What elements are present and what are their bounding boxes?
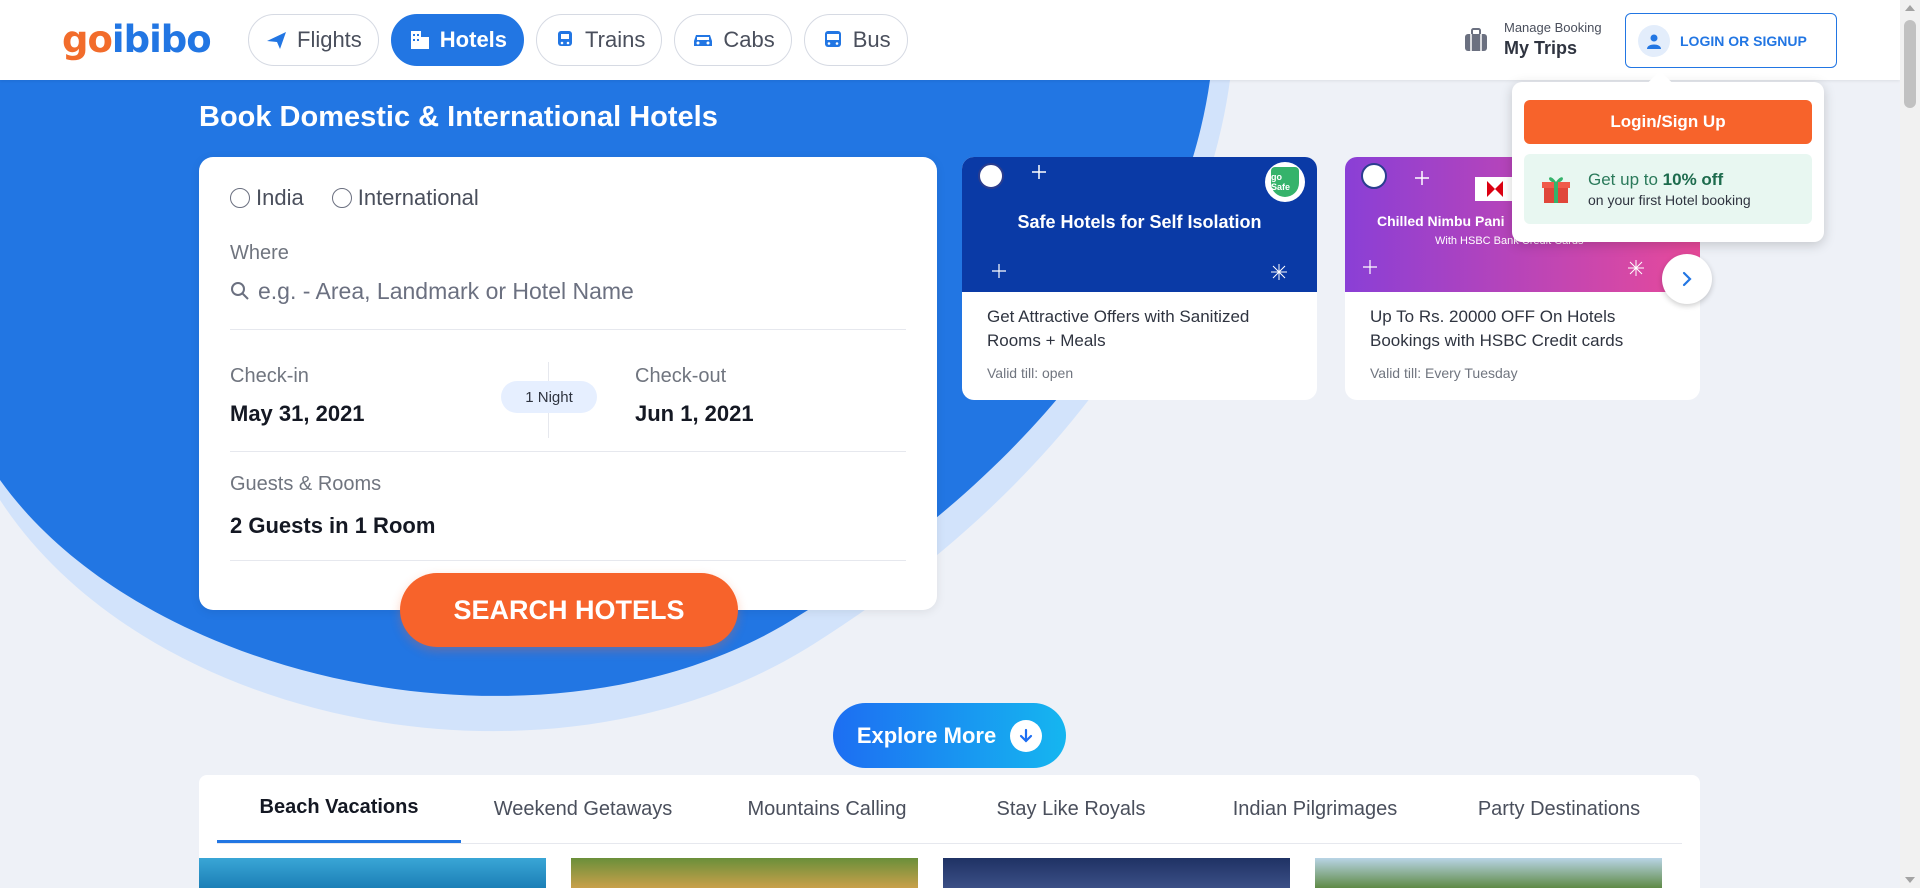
user-icon <box>1638 24 1670 57</box>
tab-bus[interactable]: Bus <box>803 14 908 66</box>
tab-cabs[interactable]: Cabs <box>674 14 792 66</box>
destination-thumbnail[interactable] <box>571 858 918 888</box>
login-popup: Login/Sign Up Get up to 10% off on your … <box>1512 82 1824 242</box>
destination-tabs: Beach Vacations Weekend Getaways Mountai… <box>217 775 1681 843</box>
tab-flights[interactable]: Flights <box>248 14 379 66</box>
search-icon <box>231 282 249 300</box>
sparkle-icon <box>1271 264 1287 280</box>
radio-india[interactable]: India <box>230 185 304 211</box>
destination-thumbnail[interactable] <box>943 858 1290 888</box>
where-input[interactable] <box>258 277 878 305</box>
offer-validity: Valid till: open <box>987 365 1074 381</box>
tab-mountains-calling[interactable]: Mountains Calling <box>705 775 949 843</box>
plane-icon <box>267 32 286 49</box>
scroll-up-arrow[interactable] <box>1905 5 1915 11</box>
product-nav: Flights Hotels Trains Cabs Bus <box>248 14 908 66</box>
chevron-right-icon <box>1682 271 1692 287</box>
offers-next-button[interactable] <box>1662 254 1712 304</box>
checkout-date[interactable]: Jun 1, 2021 <box>635 401 754 427</box>
checkin-label: Check-in <box>230 365 309 387</box>
search-hotels-button[interactable]: SEARCH HOTELS <box>400 573 738 647</box>
explore-more-button[interactable]: Explore More <box>833 703 1066 768</box>
tab-stay-like-royals[interactable]: Stay Like Royals <box>949 775 1193 843</box>
briefcase-icon <box>1465 27 1487 51</box>
top-header: goibibo Flights Hotels Trains Cabs Bus M… <box>0 0 1900 80</box>
first-booking-offer: Get up to 10% off on your first Hotel bo… <box>1524 154 1812 224</box>
divider <box>217 843 1682 844</box>
gosafe-badge: go Safe <box>1265 162 1305 202</box>
destination-thumbnail[interactable] <box>1315 858 1662 888</box>
tab-trains[interactable]: Trains <box>536 14 663 66</box>
region-radio-group: India International <box>230 185 479 211</box>
checkout-label: Check-out <box>635 365 727 387</box>
divider <box>230 451 906 452</box>
scroll-thumb[interactable] <box>1904 20 1916 108</box>
offer-validity: Valid till: Every Tuesday <box>1370 365 1518 381</box>
destination-thumbnail[interactable] <box>199 858 546 888</box>
sparkle-icon <box>1363 260 1377 274</box>
where-field[interactable] <box>230 271 904 311</box>
where-label: Where <box>230 242 289 264</box>
manage-booking[interactable]: Manage Booking My Trips <box>1462 20 1602 59</box>
hotel-icon <box>410 31 429 49</box>
offer-description: Up To Rs. 20000 OFF On Hotels Bookings w… <box>1370 307 1624 350</box>
tab-weekend-getaways[interactable]: Weekend Getaways <box>461 775 705 843</box>
page-title: Book Domestic & International Hotels <box>199 101 718 133</box>
goibibo-logo[interactable]: goibibo <box>62 18 212 61</box>
hotel-search-card: India International Where Check-in May 3… <box>199 157 937 610</box>
offer-banner-image: go Safe Safe Hotels for Self Isolation <box>962 157 1317 292</box>
radio-button[interactable] <box>331 188 352 208</box>
tab-beach-vacations[interactable]: Beach Vacations <box>217 775 461 843</box>
offer-description: Get Attractive Offers with Sanitized Roo… <box>987 307 1250 350</box>
hsbc-logo <box>1475 177 1515 201</box>
manage-booking-label: Manage Booking <box>1504 20 1602 35</box>
divider <box>230 329 906 330</box>
guests-label: Guests & Rooms <box>230 473 382 495</box>
offer-banner-text: Safe Hotels for Self Isolation <box>1017 212 1262 232</box>
checkin-date[interactable]: May 31, 2021 <box>230 401 365 427</box>
sparkle-icon <box>992 264 1006 278</box>
radio-button[interactable] <box>230 188 250 208</box>
train-icon <box>558 31 573 46</box>
guests-rooms-value[interactable]: 2 Guests in 1 Room <box>230 513 435 539</box>
tab-party-destinations[interactable]: Party Destinations <box>1437 775 1681 843</box>
sparkle-icon <box>1628 260 1644 276</box>
hotel-badge-icon <box>978 163 1004 189</box>
hotel-badge-icon <box>1361 163 1387 189</box>
login-signup-button[interactable]: LOGIN OR SIGNUP <box>1625 13 1837 68</box>
page-scrollbar[interactable] <box>1900 0 1920 888</box>
tab-indian-pilgrimages[interactable]: Indian Pilgrimages <box>1193 775 1437 843</box>
arrow-down-icon <box>1010 719 1043 752</box>
scroll-down-arrow[interactable] <box>1905 877 1915 883</box>
gift-icon <box>1542 177 1570 203</box>
offer-card[interactable]: go Safe Safe Hotels for Self Isolation G… <box>962 157 1317 400</box>
tab-hotels[interactable]: Hotels <box>390 14 525 66</box>
popup-login-button[interactable]: Login/Sign Up <box>1524 100 1812 144</box>
radio-international[interactable]: International <box>331 185 479 211</box>
bus-icon <box>824 31 841 47</box>
my-trips-label: My Trips <box>1504 38 1578 58</box>
sparkle-icon <box>1032 165 1046 179</box>
divider <box>230 560 906 561</box>
car-icon <box>694 35 713 46</box>
nights-badge: 1 Night <box>501 381 597 413</box>
sparkle-icon <box>1415 171 1429 185</box>
